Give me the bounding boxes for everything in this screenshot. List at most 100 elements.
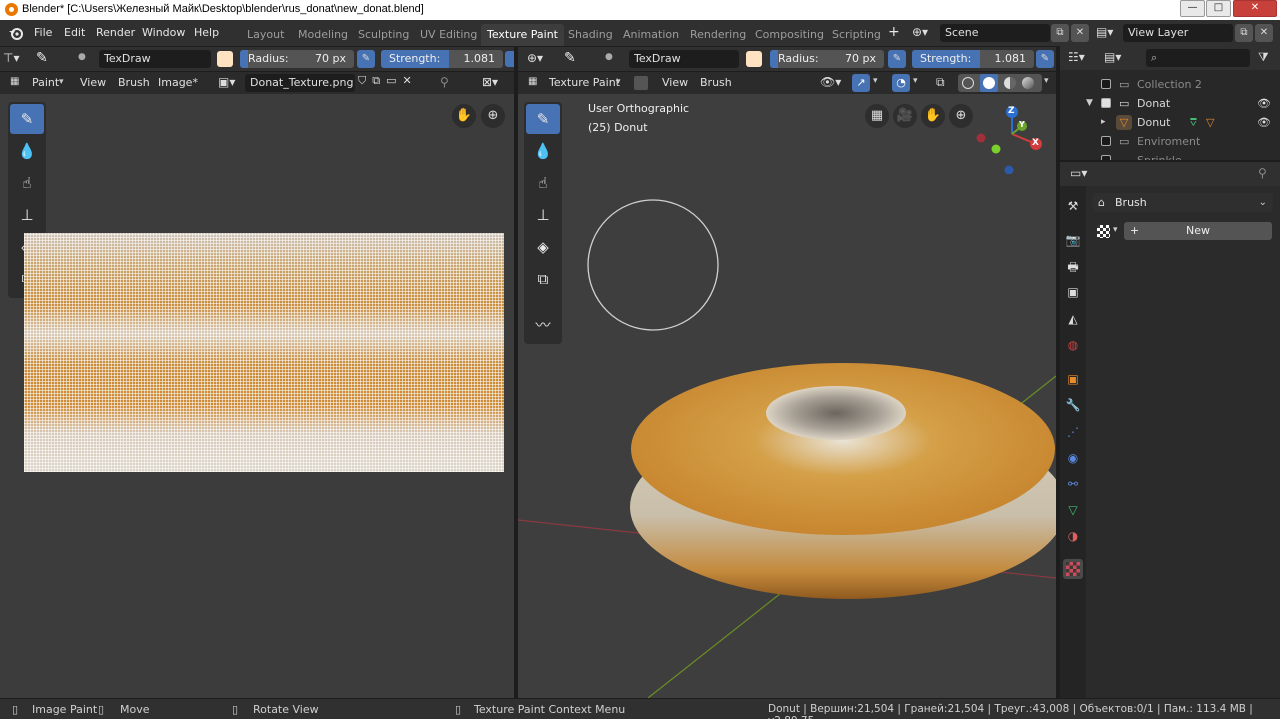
viewport-pan-icon[interactable]: ✋ — [921, 104, 945, 128]
world-tab-icon[interactable]: ◍ — [1063, 335, 1083, 355]
new-texture-button[interactable]: + New — [1124, 222, 1272, 240]
tab-shading[interactable]: Shading — [562, 24, 619, 46]
draw-tool-icon[interactable]: ✎ — [10, 104, 44, 134]
navigation-gizmo[interactable]: Z X Y — [974, 104, 1050, 174]
scene-name-field[interactable]: Scene — [940, 24, 1050, 42]
material-shading-icon[interactable] — [1004, 77, 1016, 89]
viewport-soften-tool-icon[interactable]: 💧 — [526, 136, 560, 166]
viewport-mask-tool-icon[interactable]: ⧉ — [526, 264, 560, 294]
data-tab-icon[interactable]: ▽ — [1063, 500, 1083, 520]
delete-view-layer-icon[interactable]: ✕ — [1255, 24, 1273, 42]
viewport-radius-pressure-icon[interactable]: ✎ — [888, 50, 906, 68]
outliner-search-input[interactable]: ⌕ — [1146, 49, 1250, 67]
shading-mode-buttons[interactable] — [958, 74, 1042, 92]
wireframe-shading-icon[interactable] — [962, 77, 974, 89]
viewport-fill-tool-icon[interactable]: ◈ — [526, 232, 560, 262]
menu-help[interactable]: Help — [194, 26, 219, 39]
menu-brush[interactable]: Brush — [118, 76, 150, 89]
delete-scene-icon[interactable]: ✕ — [1071, 24, 1089, 42]
menu-file[interactable]: File — [34, 26, 52, 39]
outliner-row-donut[interactable]: ▸ ▽ Donut ⩢ ▽ 👁 — [1060, 113, 1280, 132]
brush-preview-icon[interactable]: ● — [78, 52, 86, 62]
viewport-strength-slider[interactable]: Strength: 1.081 — [912, 50, 1034, 68]
tab-modeling[interactable]: Modeling — [292, 24, 354, 46]
new-scene-icon[interactable]: ⧉ — [1051, 24, 1069, 42]
exclude-checkbox[interactable] — [1101, 155, 1111, 160]
expand-arrow-icon[interactable]: ▸ — [1101, 113, 1106, 132]
strength-pressure-icon[interactable] — [505, 51, 514, 67]
menu-render[interactable]: Render — [96, 26, 135, 39]
image-name-field[interactable]: Donat_Texture.png — [245, 74, 355, 92]
display-mode-icon[interactable]: ▤▾ — [1104, 50, 1121, 64]
3d-viewport[interactable]: ✎ 💧 ☝ ⊥ ◈ ⧉ 〰 User Orthographic (25) Don… — [518, 94, 1056, 698]
include-checkbox[interactable] — [1101, 98, 1111, 108]
overlays-chevron-icon[interactable]: ▾ — [913, 76, 918, 86]
tab-scripting[interactable]: Scripting — [826, 24, 887, 46]
pin-icon[interactable]: ⚲ — [440, 75, 449, 89]
menu-edit[interactable]: Edit — [64, 26, 85, 39]
tab-texture-paint[interactable]: Texture Paint — [481, 24, 564, 46]
viewport-radius-slider[interactable]: Radius: 70 px — [770, 50, 884, 68]
outliner-row-sprinkle[interactable]: Sprinkle — [1060, 151, 1280, 160]
texture-image[interactable] — [24, 233, 504, 472]
view-layer-tab-icon[interactable]: ▣ — [1063, 282, 1083, 302]
radius-pressure-icon[interactable]: ✎ — [357, 50, 375, 68]
viewport-strength-pressure-icon[interactable]: ✎ — [1036, 50, 1054, 68]
output-tab-icon[interactable]: 🖶 — [1063, 257, 1083, 277]
viewport-draw-tool-icon[interactable]: ✎ — [526, 104, 560, 134]
xray-toggle-icon[interactable]: ⧉ — [936, 75, 945, 90]
outliner-row-enviroment[interactable]: ▭ Enviroment — [1060, 132, 1280, 151]
constraints-tab-icon[interactable]: ⚯ — [1063, 474, 1083, 494]
exclude-checkbox[interactable] — [1101, 136, 1111, 146]
physics-tab-icon[interactable]: ◉ — [1063, 448, 1083, 468]
scene-icon[interactable]: ⊕▾ — [912, 25, 936, 41]
outliner-editor-type-icon[interactable]: ☷▾ — [1068, 50, 1085, 64]
tab-rendering[interactable]: Rendering — [684, 24, 752, 46]
smear-tool-icon[interactable]: ☝ — [10, 168, 44, 198]
view-layer-icon[interactable]: ▤▾ — [1096, 25, 1120, 41]
blender-menu-icon[interactable] — [8, 25, 24, 41]
image-browse-icon[interactable]: ▣▾ — [218, 75, 235, 89]
object-tab-icon[interactable]: ▣ — [1063, 369, 1083, 389]
add-workspace-button[interactable]: + — [888, 24, 900, 40]
minimize-button[interactable]: — — [1180, 0, 1205, 17]
image-editor[interactable]: ✎ 💧 ☝ ⊥ ◈ ⧉ ✋ ⊕ — [0, 94, 514, 698]
tab-animation[interactable]: Animation — [617, 24, 685, 46]
new-view-layer-icon[interactable]: ⧉ — [1235, 24, 1253, 42]
toggle-grid-icon[interactable]: ▦ — [865, 104, 889, 128]
visibility-eye-icon[interactable]: 👁▾ — [820, 75, 841, 89]
rendered-shading-icon[interactable] — [1022, 77, 1034, 89]
visibility-eye-icon[interactable]: 👁 — [1257, 94, 1271, 113]
tab-sculpting[interactable]: Sculpting — [352, 24, 415, 46]
gizmo-toggle-icon[interactable]: ↗ — [852, 74, 870, 92]
brush-color-swatch[interactable] — [217, 51, 233, 67]
properties-editor-type-icon[interactable]: ▭▾ — [1070, 166, 1087, 180]
view-layer-field[interactable]: View Layer — [1123, 24, 1233, 42]
tab-layout[interactable]: Layout — [241, 24, 290, 46]
texture-browse-button[interactable]: ▾ — [1095, 223, 1123, 241]
editor-type-icon[interactable]: ⊤▾ — [3, 51, 19, 65]
texture-tab-icon[interactable] — [1063, 559, 1083, 579]
brush-name-field[interactable]: TexDraw — [99, 50, 211, 68]
soften-tool-icon[interactable]: 💧 — [10, 136, 44, 166]
material-tab-icon[interactable]: ◑ — [1063, 526, 1083, 546]
clone-tool-icon[interactable]: ⊥ — [10, 200, 44, 230]
viewport-smear-tool-icon[interactable]: ☝ — [526, 168, 560, 198]
particles-tab-icon[interactable]: ⋰ — [1063, 422, 1083, 442]
maximize-button[interactable]: □ — [1206, 0, 1231, 17]
scene-tab-icon[interactable]: ◭ — [1063, 309, 1083, 329]
pan-view-icon[interactable]: ✋ — [452, 104, 476, 128]
paint-mode-dropdown[interactable]: Paint — [32, 76, 59, 89]
filter-icon[interactable]: ⧩ — [1258, 50, 1269, 65]
viewport-brush-name-field[interactable]: TexDraw — [629, 50, 739, 68]
exclude-checkbox[interactable] — [1101, 79, 1111, 89]
menu-image[interactable]: Image* — [158, 76, 198, 89]
viewport-editor-type-icon[interactable]: ⊕▾ — [527, 51, 543, 65]
viewport-brush-color-swatch[interactable] — [746, 51, 762, 67]
tab-uv-editing[interactable]: UV Editing — [414, 24, 483, 46]
annotate-tool-icon[interactable]: 〰 — [526, 310, 560, 340]
texture-paint-mode-dropdown[interactable]: Texture Paint — [549, 76, 620, 89]
tool-tab-icon[interactable]: ⚒ — [1063, 196, 1083, 216]
viewport-zoom-icon[interactable]: ⊕ — [949, 104, 973, 128]
display-channels-icon[interactable]: ⊠▾ — [482, 75, 498, 89]
